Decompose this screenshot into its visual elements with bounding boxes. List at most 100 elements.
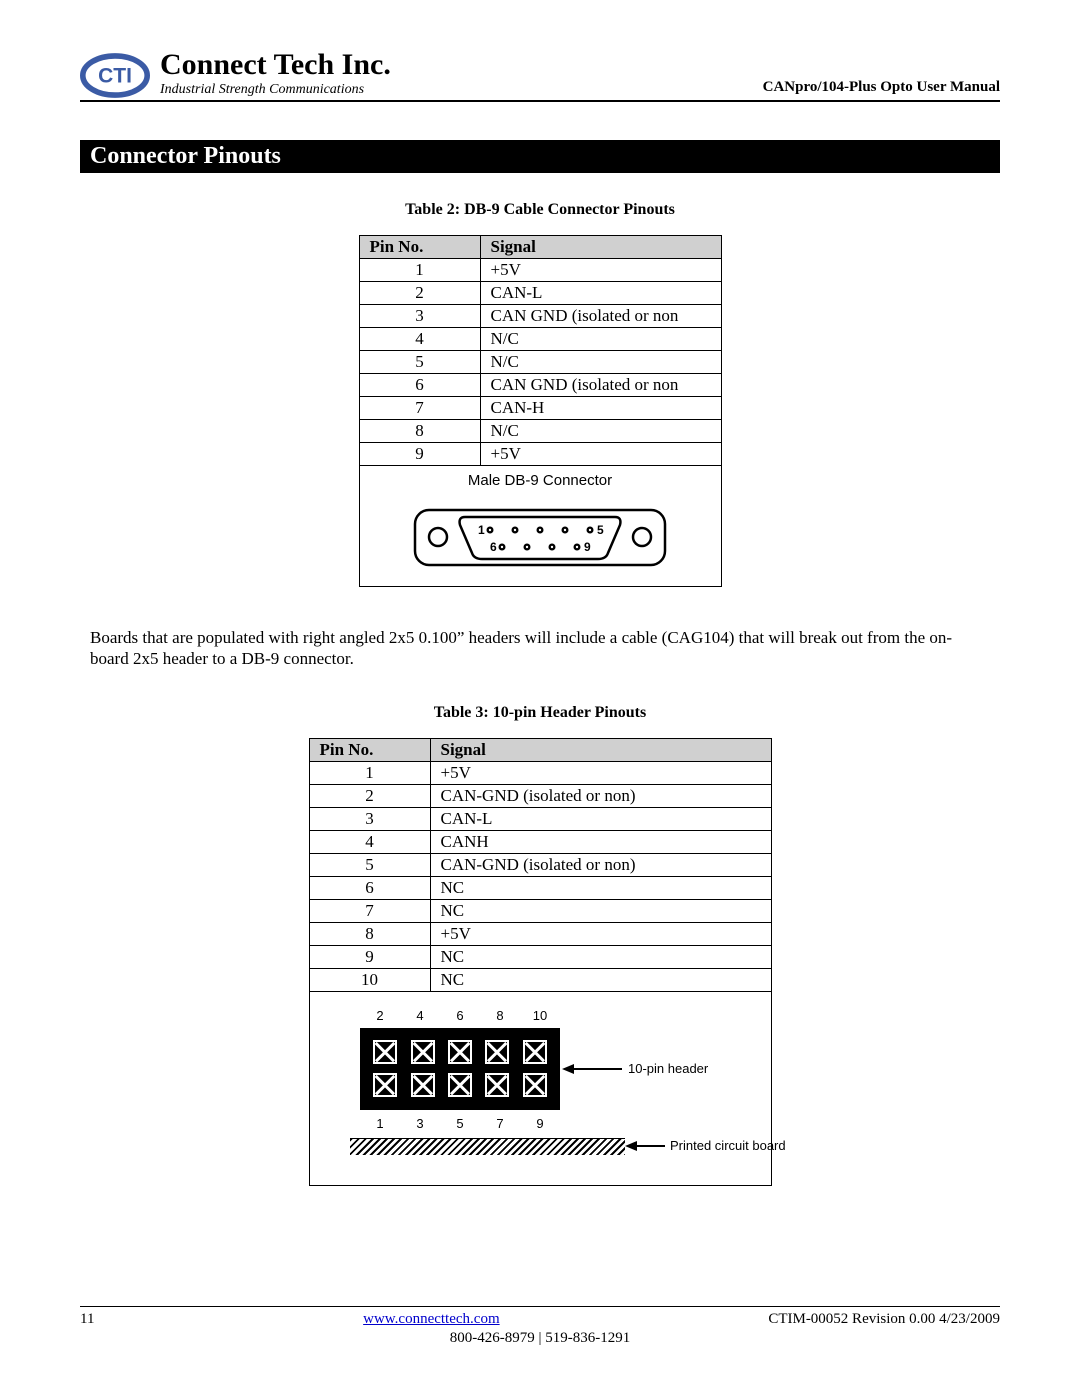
table-row: 8+5V: [309, 922, 771, 945]
body-paragraph: Boards that are populated with right ang…: [90, 627, 990, 670]
cell-signal: CAN-H: [480, 397, 721, 420]
table2-header-signal: Signal: [480, 236, 721, 259]
cell-signal: +5V: [480, 259, 721, 282]
cell-signal: CANH: [430, 830, 771, 853]
pin-num: 1: [362, 1116, 398, 1131]
cell-signal: CAN-L: [480, 282, 721, 305]
table-row: 4N/C: [359, 328, 721, 351]
company-tagline: Industrial Strength Communications: [160, 82, 763, 98]
cell-pin: 7: [359, 397, 480, 420]
company-logo-icon: CTI: [80, 53, 150, 98]
table-row: 5CAN-GND (isolated or non): [309, 853, 771, 876]
pin-num: 10: [522, 1008, 558, 1023]
cell-pin: 3: [359, 305, 480, 328]
table-row: 2CAN-GND (isolated or non): [309, 784, 771, 807]
db9-pin-label-1: 1: [478, 523, 485, 537]
db9-connector-icon: 1 5 6 9: [410, 495, 670, 575]
pin-num: 3: [402, 1116, 438, 1131]
footer-page-number: 11: [80, 1311, 94, 1328]
cell-pin: 9: [309, 945, 430, 968]
table-row: 9NC: [309, 945, 771, 968]
table-row-diagram: 2 4 6 8 10 1 3 5 7 9: [309, 991, 771, 1185]
cell-signal: NC: [430, 945, 771, 968]
table-row: 6CAN GND (isolated or non: [359, 374, 721, 397]
footer-phones: 800-426-8979 | 519-836-1291: [80, 1330, 1000, 1347]
company-name: Connect Tech Inc.: [160, 50, 763, 80]
arrow-line-icon: [572, 1068, 622, 1070]
section-heading: Connector Pinouts: [80, 140, 1000, 173]
cell-pin: 5: [309, 853, 430, 876]
table-row: 5N/C: [359, 351, 721, 374]
pin-num: 5: [442, 1116, 478, 1131]
pin-num: 6: [442, 1008, 478, 1023]
brand-block: Connect Tech Inc. Industrial Strength Co…: [160, 50, 763, 98]
cell-pin: 6: [359, 374, 480, 397]
pin-num: 2: [362, 1008, 398, 1023]
cell-pin: 1: [359, 259, 480, 282]
cell-signal: NC: [430, 899, 771, 922]
table-row: 10NC: [309, 968, 771, 991]
table3-caption: Table 3: 10-pin Header Pinouts: [80, 704, 1000, 722]
ten-pin-header-diagram: 2 4 6 8 10 1 3 5 7 9: [350, 1008, 730, 1173]
table-row: 1+5V: [359, 259, 721, 282]
table3-header-signal: Signal: [430, 738, 771, 761]
cell-pin: 5: [359, 351, 480, 374]
pin-num: 8: [482, 1008, 518, 1023]
pcb-hatch-icon: [350, 1138, 625, 1155]
table-row: 4CANH: [309, 830, 771, 853]
header-block-icon: [360, 1028, 560, 1110]
pin-num: 9: [522, 1116, 558, 1131]
page-footer: 11 www.connecttech.com CTIM-00052 Revisi…: [80, 1306, 1000, 1347]
page: CTI Connect Tech Inc. Industrial Strengt…: [0, 0, 1080, 1397]
pin-num: 7: [482, 1116, 518, 1131]
pin-num: 4: [402, 1008, 438, 1023]
db9-diagram-title: Male DB-9 Connector: [366, 472, 715, 489]
cell-signal: N/C: [480, 328, 721, 351]
table-row: 8N/C: [359, 420, 721, 443]
table-db9-pinouts: Pin No. Signal 1+5V 2CAN-L 3CAN GND (iso…: [359, 235, 722, 587]
table3-header-pin: Pin No.: [309, 738, 430, 761]
cell-signal: N/C: [480, 420, 721, 443]
cell-pin: 3: [309, 807, 430, 830]
cell-pin: 1: [309, 761, 430, 784]
cell-signal: NC: [430, 968, 771, 991]
diagram-bottom-numbers: 1 3 5 7 9: [360, 1116, 560, 1131]
table-row: 3CAN GND (isolated or non: [359, 305, 721, 328]
cell-signal: CAN-GND (isolated or non): [430, 853, 771, 876]
document-title: CANpro/104-Plus Opto User Manual: [763, 79, 1000, 96]
footer-revision: CTIM-00052 Revision 0.00 4/23/2009: [768, 1311, 1000, 1328]
cell-pin: 4: [309, 830, 430, 853]
cell-signal: +5V: [480, 443, 721, 466]
arrow-line-icon: [635, 1145, 665, 1147]
page-header: CTI Connect Tech Inc. Industrial Strengt…: [80, 50, 1000, 102]
table-row: 7NC: [309, 899, 771, 922]
cell-pin: 7: [309, 899, 430, 922]
table-row: 1+5V: [309, 761, 771, 784]
table-row-diagram: Male DB-9 Connector: [359, 466, 721, 587]
table-row: 6NC: [309, 876, 771, 899]
cell-pin: 4: [359, 328, 480, 351]
cell-pin: 2: [309, 784, 430, 807]
label-10pin-header: 10-pin header: [628, 1061, 708, 1076]
cell-signal: CAN-L: [430, 807, 771, 830]
table-row: 7CAN-H: [359, 397, 721, 420]
cell-signal: CAN GND (isolated or non: [480, 305, 721, 328]
cell-signal: NC: [430, 876, 771, 899]
db9-pin-label-5: 5: [597, 523, 604, 537]
table2-caption: Table 2: DB-9 Cable Connector Pinouts: [80, 201, 1000, 219]
cell-pin: 6: [309, 876, 430, 899]
diagram-top-numbers: 2 4 6 8 10: [360, 1008, 560, 1023]
table2-header-pin: Pin No.: [359, 236, 480, 259]
cell-signal: +5V: [430, 761, 771, 784]
table-row: 9+5V: [359, 443, 721, 466]
arrow-head-icon: [625, 1141, 637, 1151]
table-row: 2CAN-L: [359, 282, 721, 305]
cell-signal: +5V: [430, 922, 771, 945]
cell-pin: 8: [309, 922, 430, 945]
footer-url[interactable]: www.connecttech.com: [363, 1311, 499, 1328]
cell-pin: 9: [359, 443, 480, 466]
cell-pin: 2: [359, 282, 480, 305]
arrow-head-icon: [562, 1064, 574, 1074]
cell-signal: CAN-GND (isolated or non): [430, 784, 771, 807]
cell-pin: 10: [309, 968, 430, 991]
